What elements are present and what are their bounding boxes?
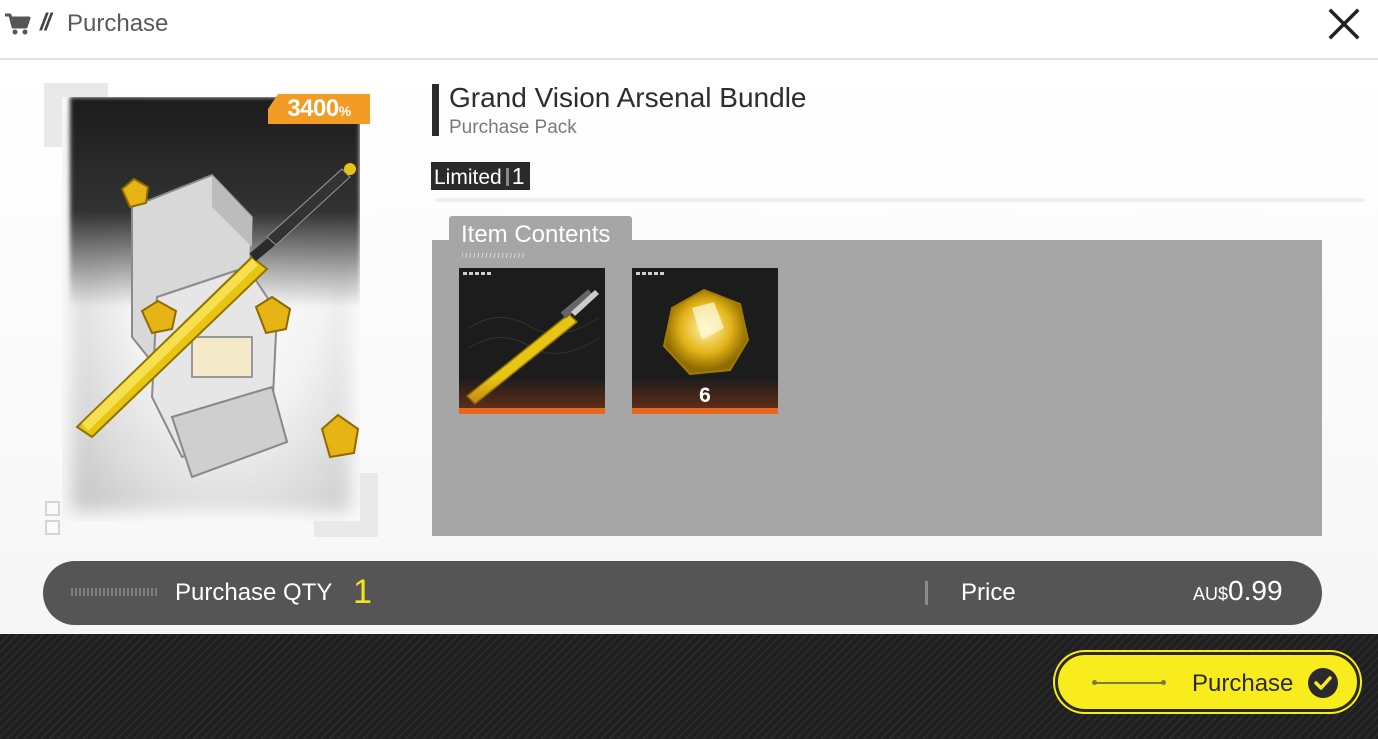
title-accent-bar	[432, 84, 439, 136]
product-subtitle: Purchase Pack	[449, 117, 577, 138]
bonus-suffix: %	[338, 103, 351, 119]
header-slash: //	[40, 9, 51, 36]
page-title: Purchase	[67, 10, 169, 37]
decoration-square	[45, 520, 60, 535]
bonus-value: 3400	[287, 95, 339, 122]
limited-count: 1	[511, 163, 525, 189]
price-value: AU$0.99	[1193, 575, 1283, 607]
bonus-badge: 3400%	[268, 94, 370, 124]
product-image	[62, 97, 360, 521]
content-item-crystal[interactable]: 6	[632, 268, 778, 414]
cart-icon	[5, 13, 31, 35]
bundle-art-icon	[75, 163, 360, 479]
purchase-qty-label: Purchase QTY	[175, 579, 333, 606]
decoration-square	[45, 501, 60, 516]
rarity-bar	[632, 408, 778, 414]
purchase-summary-bar: Purchase QTY 1 Price AU$0.99	[43, 561, 1322, 625]
rarity-bar	[459, 408, 605, 414]
product-title: Grand Vision Arsenal Bundle	[449, 82, 807, 113]
purchase-button-label: Purchase	[1192, 670, 1294, 697]
item-contents-label: Item Contents	[461, 221, 611, 248]
item-quantity: 6	[699, 384, 711, 407]
limited-badge: Limited 1	[431, 162, 530, 190]
content-item-sword[interactable]	[459, 268, 605, 414]
purchase-button[interactable]: Purchase	[1055, 652, 1360, 712]
header: // Purchase	[0, 0, 1378, 60]
price-label: Price	[961, 579, 1016, 606]
purchase-qty-value[interactable]: 1	[353, 573, 372, 612]
divider	[436, 198, 1364, 202]
checkmark-icon	[1308, 668, 1338, 698]
limited-label: Limited	[434, 166, 502, 189]
price-currency: AU$	[1193, 584, 1229, 604]
product-image-card: 3400%	[44, 83, 378, 537]
close-icon[interactable]	[1326, 6, 1362, 42]
price-amount: 0.99	[1228, 575, 1283, 606]
